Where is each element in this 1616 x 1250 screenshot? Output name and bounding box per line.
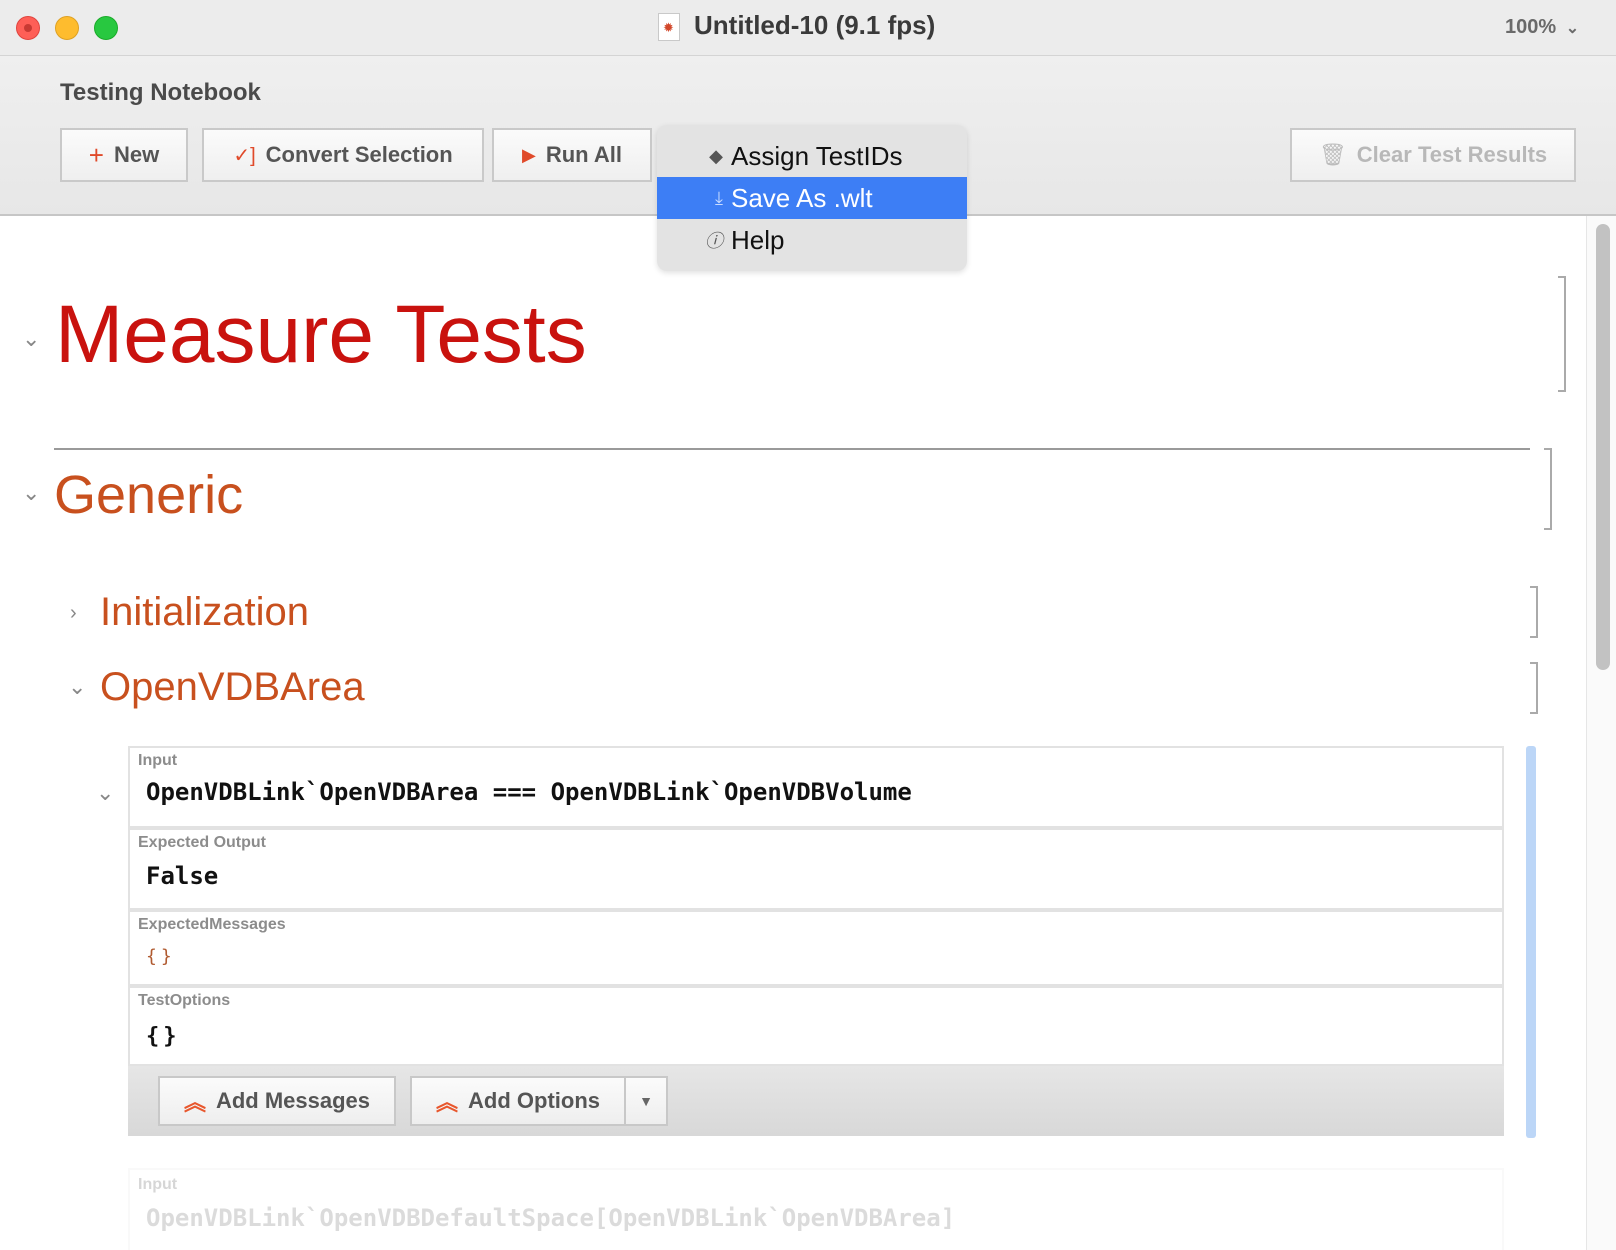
notebook-window: ✹ Untitled-10 (9.1 fps) 100% ⌄ Testing N…	[0, 0, 1616, 1250]
toolbar-title: Testing Notebook	[60, 79, 261, 106]
zoom-value: 100%	[1505, 16, 1557, 38]
convert-selection-button[interactable]: ✓] Convert Selection	[202, 128, 484, 182]
expected-messages-cell[interactable]: ExpectedMessages {}	[128, 910, 1504, 986]
chevron-down-icon[interactable]: ⌄	[68, 674, 86, 700]
section-heading[interactable]: Generic	[54, 464, 243, 526]
info-icon: ⓘ	[705, 231, 723, 251]
verification-test: Input OpenVDBLink`OpenVDBArea === OpenVD…	[128, 746, 1504, 1136]
minimize-window-button[interactable]	[55, 16, 79, 40]
cell-bracket[interactable]	[1558, 276, 1566, 392]
checkmark-bracket-icon: ✓]	[233, 144, 256, 167]
menu-item-label: Assign TestIDs	[731, 140, 903, 171]
plus-icon: +	[88, 139, 104, 170]
trash-icon: 🗑	[1318, 142, 1347, 167]
section-divider	[54, 448, 1530, 450]
next-input-label: Input	[138, 1176, 178, 1193]
run-all-label: Run All	[545, 142, 623, 167]
cell-bracket[interactable]	[1530, 586, 1538, 638]
window-title: Untitled-10 (9.1 fps)	[694, 10, 936, 40]
cell-bracket[interactable]	[1530, 662, 1538, 714]
next-test-input-cell[interactable]: Input OpenVDBLink`OpenVDBDefaultSpace[Op…	[128, 1168, 1504, 1250]
expected-output-label: Expected Output	[138, 834, 267, 851]
zoom-window-button[interactable]	[94, 16, 118, 40]
add-messages-label: Add Messages	[215, 1088, 371, 1113]
more-actions-menu: ◆ Assign TestIDs ⤓ Save As .wlt ⓘ Help	[657, 125, 967, 271]
add-options-label: Add Options	[468, 1088, 600, 1113]
menu-item-label: Help	[731, 224, 785, 255]
chevron-down-icon[interactable]: ⌄	[96, 780, 114, 806]
cell-bracket[interactable]	[1544, 448, 1552, 530]
test-options-label: TestOptions	[138, 992, 231, 1009]
clear-test-results-button[interactable]: 🗑 Clear Test Results	[1290, 128, 1576, 182]
input-cell[interactable]: Input OpenVDBLink`OpenVDBArea === OpenVD…	[128, 746, 1504, 828]
tag-icon: ◆	[709, 145, 723, 166]
title-bar: ✹ Untitled-10 (9.1 fps) 100% ⌄	[0, 0, 1616, 56]
notebook-title[interactable]: Measure Tests	[55, 288, 587, 382]
run-all-button[interactable]: ▶ Run All	[492, 128, 652, 182]
convert-selection-label: Convert Selection	[265, 142, 453, 167]
play-icon: ▶	[521, 144, 536, 165]
expected-messages-value[interactable]: {}	[146, 946, 176, 967]
chevron-down-icon[interactable]: ⌄	[22, 326, 40, 352]
subsection-initialization[interactable]: Initialization	[100, 590, 309, 635]
close-window-button[interactable]	[16, 16, 40, 40]
document-icon: ✹	[658, 13, 680, 41]
menu-item-assign-testids[interactable]: ◆ Assign TestIDs	[657, 135, 967, 177]
selected-cell-bracket[interactable]	[1526, 746, 1536, 1138]
new-button-label: New	[113, 142, 160, 167]
menu-item-save-as-wlt[interactable]: ⤓ Save As .wlt	[657, 177, 967, 219]
zoom-selector[interactable]: 100% ⌄	[1505, 16, 1579, 39]
double-chevron-up-icon: ︽	[436, 1090, 459, 1115]
triangle-down-icon: ▼	[639, 1093, 653, 1109]
chevron-down-icon: ⌄	[1565, 20, 1580, 37]
chevron-down-icon[interactable]: ⌄	[22, 480, 40, 506]
scrollbar-thumb[interactable]	[1596, 224, 1610, 670]
new-button[interactable]: + New	[60, 128, 188, 182]
add-options-button[interactable]: ︽ Add Options	[410, 1076, 626, 1126]
menu-item-help[interactable]: ⓘ Help	[657, 219, 967, 261]
test-options-cell[interactable]: TestOptions {}	[128, 986, 1504, 1066]
clear-test-results-label: Clear Test Results	[1356, 142, 1548, 167]
expected-output-cell[interactable]: Expected Output False	[128, 828, 1504, 910]
input-label: Input	[138, 752, 178, 769]
test-options-value[interactable]: {}	[146, 1024, 181, 1049]
double-chevron-up-icon: ︽	[183, 1090, 206, 1115]
expected-output-value[interactable]: False	[146, 862, 218, 890]
expected-messages-label: ExpectedMessages	[138, 916, 286, 933]
next-input-code[interactable]: OpenVDBLink`OpenVDBDefaultSpace[OpenVDBL…	[146, 1204, 955, 1232]
menu-item-label: Save As .wlt	[731, 182, 873, 213]
close-icon	[24, 24, 32, 32]
options-dropdown-button[interactable]: ▼	[624, 1076, 668, 1126]
add-messages-button[interactable]: ︽ Add Messages	[158, 1076, 396, 1126]
download-icon: ⤓	[715, 187, 723, 208]
chevron-right-icon[interactable]: ›	[70, 602, 77, 625]
input-code[interactable]: OpenVDBLink`OpenVDBArea === OpenVDBLink`…	[146, 778, 912, 806]
subsection-openvdbarea[interactable]: OpenVDBArea	[100, 665, 365, 710]
test-buttons-bar: ︽ Add Messages ︽ Add Options ▼	[128, 1066, 1504, 1136]
